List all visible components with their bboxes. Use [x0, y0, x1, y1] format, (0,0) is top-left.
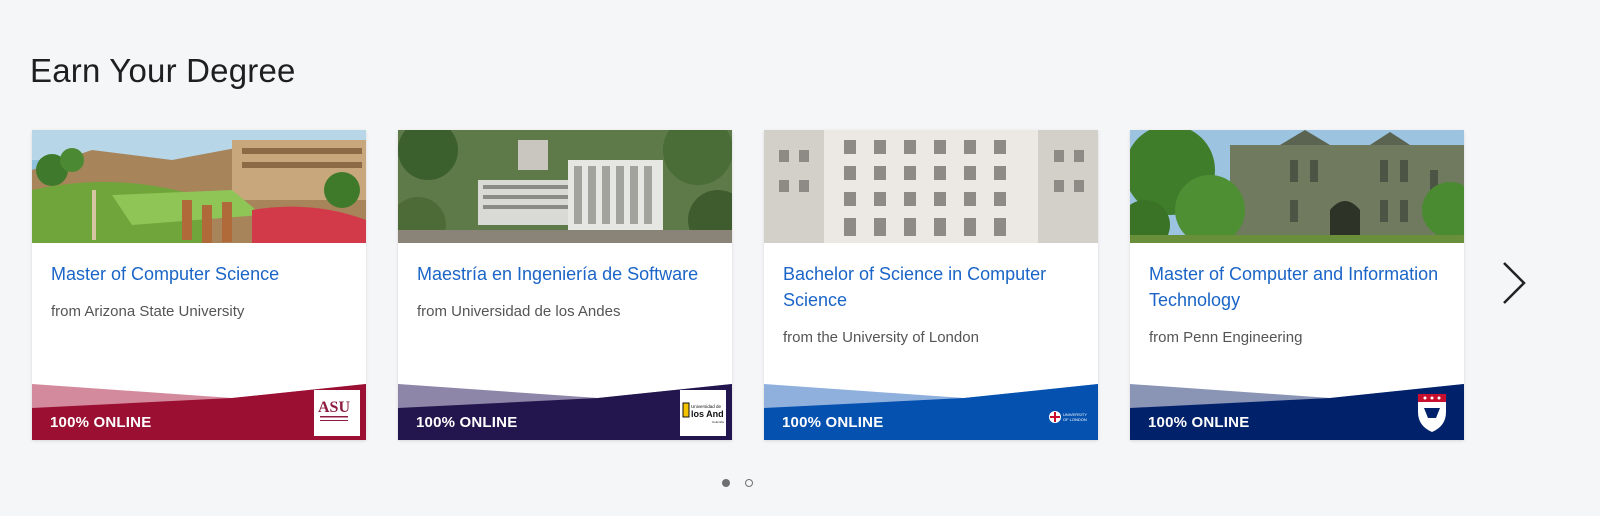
card-title[interactable]: Maestría en Ingeniería de Software [417, 261, 717, 287]
online-badge: 100% ONLINE [782, 414, 884, 431]
svg-text:ASU: ASU [318, 399, 350, 416]
pagination-dot-2[interactable] [745, 479, 753, 487]
card-image-penn-building [1130, 130, 1464, 243]
degree-card-penn[interactable]: Master of Computer and Information Techn… [1130, 130, 1464, 440]
card-title[interactable]: Bachelor of Science in Computer Science [783, 261, 1083, 313]
section-title: Earn Your Degree [30, 52, 296, 89]
card-footer: 100% ONLINE Universidad de los Andes Col… [398, 384, 732, 440]
card-footer: 100% ONLINE UNIVERSITY OF LONDON [764, 384, 1098, 440]
los-andes-logo: Universidad de los Andes Colombia [680, 390, 726, 436]
degree-card-los-andes[interactable]: Maestría en Ingeniería de Software from … [398, 130, 732, 440]
card-footer: 100% ONLINE [1130, 384, 1464, 440]
card-image-asu-campus [32, 130, 366, 243]
card-image-london-building [764, 130, 1098, 243]
degree-card-london[interactable]: Bachelor of Science in Computer Science … [764, 130, 1098, 440]
card-partner: from the University of London [783, 329, 979, 346]
card-partner: from Universidad de los Andes [417, 303, 621, 320]
online-badge: 100% ONLINE [416, 414, 518, 431]
penn-shield-logo [1412, 390, 1458, 436]
svg-text:Colombia: Colombia [712, 420, 724, 424]
asu-logo: ASU [314, 390, 360, 436]
university-of-london-logo: UNIVERSITY OF LONDON [1046, 390, 1092, 436]
card-footer: 100% ONLINE ASU [32, 384, 366, 440]
card-title[interactable]: Master of Computer Science [51, 261, 351, 287]
card-image-los-andes-campus [398, 130, 732, 243]
card-title[interactable]: Master of Computer and Information Techn… [1149, 261, 1449, 313]
online-badge: 100% ONLINE [1148, 414, 1250, 431]
degree-card-asu[interactable]: Master of Computer Science from Arizona … [32, 130, 366, 440]
pagination-dot-1[interactable] [722, 479, 730, 487]
svg-text:OF LONDON: OF LONDON [1063, 417, 1087, 422]
chevron-right-icon[interactable] [1500, 260, 1528, 306]
card-partner: from Penn Engineering [1149, 329, 1303, 346]
svg-text:los Andes: los Andes [691, 409, 724, 419]
degree-carousel: Master of Computer Science from Arizona … [32, 130, 1472, 440]
carousel-pagination [722, 479, 753, 487]
card-partner: from Arizona State University [51, 303, 245, 320]
online-badge: 100% ONLINE [50, 414, 152, 431]
